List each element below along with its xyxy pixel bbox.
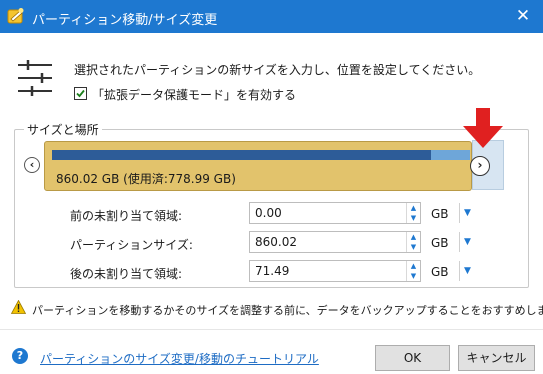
sliders-settings-icon (18, 60, 52, 96)
close-button[interactable]: ✕ (503, 0, 543, 33)
spin-down-icon[interactable]: ▼ (407, 213, 420, 223)
unit-dropdown-icon[interactable]: ▼ (464, 208, 471, 218)
unallocated-before-value: 0.00 (255, 206, 282, 220)
red-down-arrow-icon (463, 108, 503, 148)
backup-warning-text: パーティションを移動するかそのサイズを調整する前に、データをバックアップすること… (32, 304, 543, 317)
window-title: パーティション移動/サイズ変更 (32, 13, 218, 28)
unit-dropdown-icon[interactable]: ▼ (464, 266, 471, 276)
warning-icon (11, 300, 26, 314)
unallocated-after-label: 後の未割り当て領域: (70, 267, 183, 281)
partition-block[interactable]: 860.02 GB (使用済:778.99 GB) (44, 141, 472, 191)
footer-divider (0, 329, 543, 330)
spin-up-icon[interactable]: ▲ (407, 261, 420, 271)
unit-divider (459, 232, 460, 252)
help-icon[interactable]: ? (12, 348, 28, 364)
partition-size-spinner[interactable]: ▲ ▼ (406, 232, 420, 252)
chevron-right-icon: › (477, 158, 483, 172)
unit-dropdown-icon[interactable]: ▼ (464, 237, 471, 247)
instruction-text: 選択されたパーティションの新サイズを入力し、位置を設定してください。 (74, 63, 481, 77)
close-icon: ✕ (515, 6, 531, 26)
partition-used-fill (52, 150, 431, 160)
checkmark-icon (76, 89, 85, 98)
partition-size-value: 860.02 (255, 235, 297, 249)
spin-down-icon[interactable]: ▼ (407, 271, 420, 281)
unit-divider (459, 261, 460, 281)
enhanced-data-protection-checkbox[interactable] (74, 87, 87, 100)
ok-button[interactable]: OK (375, 345, 450, 371)
unallocated-before-unit: GB (431, 207, 449, 221)
partition-size-label: 860.02 GB (使用済:778.99 GB) (56, 172, 236, 186)
partition-size-input[interactable]: 860.02 ▲ ▼ (249, 231, 421, 253)
title-bar: パーティション移動/サイズ変更 ✕ (0, 0, 543, 33)
unit-divider (459, 203, 460, 223)
partition-size-unit: GB (431, 236, 449, 250)
unallocated-before-input[interactable]: 0.00 ▲ ▼ (249, 202, 421, 224)
unallocated-after-input[interactable]: 71.49 ▲ ▼ (249, 260, 421, 282)
partition-size-field-label: パーティションサイズ: (70, 238, 193, 252)
move-left-button[interactable]: ‹ (24, 157, 40, 173)
unallocated-after-spinner[interactable]: ▲ ▼ (406, 261, 420, 281)
spin-up-icon[interactable]: ▲ (407, 232, 420, 242)
enhanced-data-protection-label[interactable]: 「拡張データ保護モード」を有効する (92, 86, 296, 103)
tutorial-link[interactable]: パーティションのサイズ変更/移動のチュートリアル (40, 350, 319, 367)
resize-handle-right-button[interactable]: › (470, 156, 490, 176)
chevron-left-icon: ‹ (29, 158, 35, 171)
unallocated-before-label: 前の未割り当て領域: (70, 209, 183, 223)
spin-down-icon[interactable]: ▼ (407, 242, 420, 252)
partition-usage-bar (52, 150, 470, 160)
app-logo-icon (7, 8, 24, 24)
unallocated-after-value: 71.49 (255, 264, 290, 278)
spin-up-icon[interactable]: ▲ (407, 203, 420, 213)
size-location-legend: サイズと場所 (24, 121, 102, 138)
cancel-button[interactable]: キャンセル (458, 345, 535, 371)
unallocated-after-unit: GB (431, 265, 449, 279)
unallocated-before-spinner[interactable]: ▲ ▼ (406, 203, 420, 223)
